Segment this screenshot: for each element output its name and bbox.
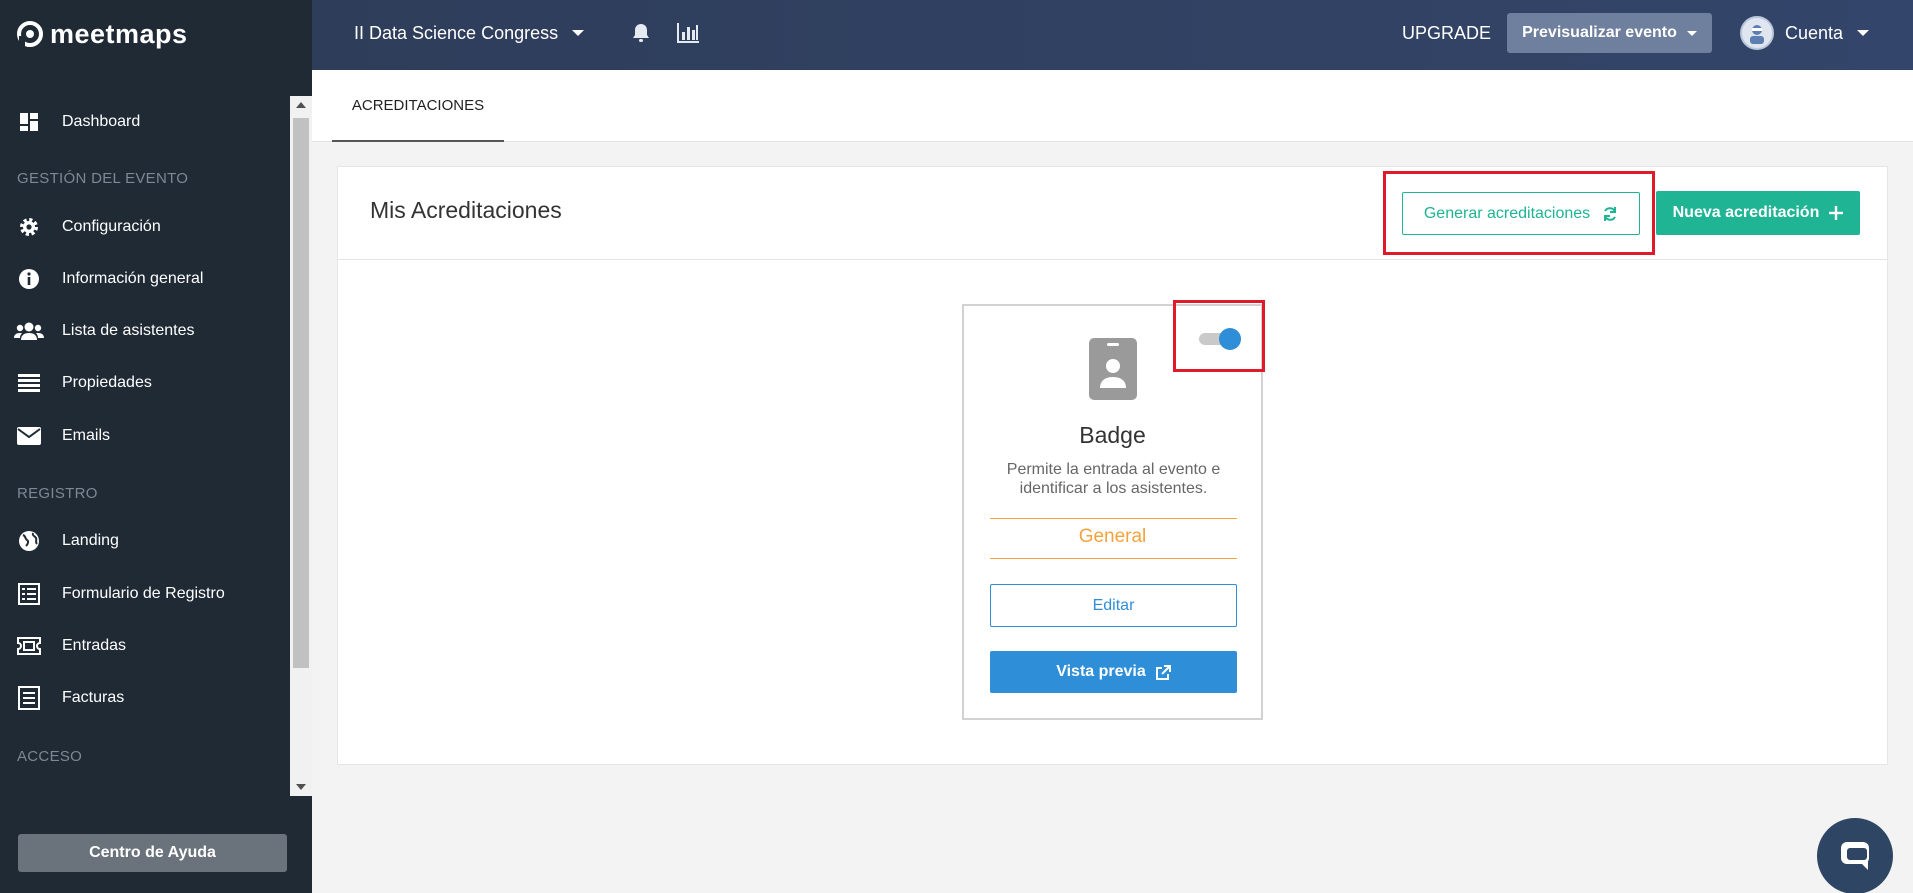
- edit-button[interactable]: Editar: [990, 584, 1237, 627]
- section-gestion: GESTIÓN DEL EVENTO: [17, 170, 189, 187]
- sidebar-item-dashboard[interactable]: Dashboard: [0, 102, 290, 142]
- info-icon: [14, 267, 44, 291]
- new-accreditation-button[interactable]: Nueva acreditación: [1656, 191, 1860, 235]
- sidebar-item-label: Landing: [62, 532, 119, 549]
- event-name: II Data Science Congress: [354, 22, 559, 43]
- tab-bar: ACREDITACIONES: [312, 70, 1913, 142]
- chevron-down-icon: [572, 30, 585, 36]
- sidebar-item-label: Facturas: [62, 689, 125, 706]
- envelope-icon: [14, 424, 44, 448]
- chat-icon: [1841, 842, 1869, 870]
- event-selector[interactable]: II Data Science Congress: [354, 0, 585, 66]
- sidebar-item-informacion[interactable]: Información general: [0, 259, 290, 299]
- list-icon: [14, 371, 44, 395]
- ticket-icon: [14, 634, 44, 658]
- globe-icon: [14, 529, 44, 553]
- form-icon: [14, 582, 44, 606]
- sidebar-item-label: Formulario de Registro: [62, 585, 225, 602]
- id-badge-icon: [1089, 338, 1137, 400]
- sidebar-item-emails[interactable]: Emails: [0, 416, 290, 456]
- preview-label: Vista previa: [1056, 663, 1146, 680]
- scroll-down-icon[interactable]: [296, 784, 306, 790]
- preview-event-label: Previsualizar evento: [1522, 24, 1677, 41]
- chevron-down-icon: [1686, 30, 1697, 36]
- badge-description: Permite la entrada al evento e identific…: [1006, 461, 1221, 497]
- highlight-box-generate: [1383, 171, 1655, 255]
- external-link-icon: [1155, 664, 1171, 680]
- sidebar-item-label: Propiedades: [62, 374, 152, 391]
- sidebar-item-landing[interactable]: Landing: [0, 521, 290, 561]
- scroll-up-icon[interactable]: [296, 102, 306, 108]
- sidebar-item-label: Configuración: [62, 218, 161, 235]
- badge-title: Badge: [1079, 422, 1146, 448]
- sidebar-menu: Dashboard GESTIÓN DEL EVENTO Configuraci…: [0, 96, 312, 796]
- section-acceso: ACCESO: [17, 748, 83, 765]
- sidebar-item-label: Emails: [62, 427, 111, 444]
- chevron-down-icon: [1857, 30, 1870, 36]
- preview-button[interactable]: Vista previa: [990, 651, 1237, 693]
- invoice-icon: [14, 686, 44, 710]
- sidebar-item-entradas[interactable]: Entradas: [0, 626, 290, 666]
- sidebar-item-label: Información general: [62, 270, 204, 287]
- sidebar-item-asistentes[interactable]: Lista de asistentes: [0, 311, 290, 351]
- sidebar-scrollbar[interactable]: [290, 96, 312, 796]
- stats-icon[interactable]: [677, 22, 699, 44]
- avatar[interactable]: [1740, 16, 1774, 50]
- sidebar-item-label: Dashboard: [62, 113, 141, 130]
- highlight-box-toggle: [1173, 300, 1265, 372]
- category-divider-top: [990, 518, 1237, 519]
- brand-logo[interactable]: meetmaps: [16, 16, 188, 52]
- plus-icon: [1829, 206, 1844, 220]
- top-bar: II Data Science Congress UPGRADE Previsu…: [312, 0, 1913, 70]
- section-registro: REGISTRO: [17, 485, 98, 502]
- panel-divider: [338, 259, 1887, 260]
- chat-widget-button[interactable]: [1817, 818, 1893, 893]
- scrollbar-thumb[interactable]: [293, 118, 309, 668]
- upgrade-link[interactable]: UPGRADE: [1402, 0, 1491, 66]
- account-menu[interactable]: Cuenta: [1785, 0, 1870, 66]
- preview-event-button[interactable]: Previsualizar evento: [1507, 13, 1712, 53]
- page-title: Mis Acreditaciones: [370, 197, 562, 223]
- gear-icon: [14, 215, 44, 239]
- new-accreditation-label: Nueva acreditación: [1672, 204, 1820, 221]
- sidebar-item-configuracion[interactable]: Configuración: [0, 207, 290, 247]
- bell-icon[interactable]: [630, 22, 652, 44]
- tab-acreditaciones[interactable]: ACREDITACIONES: [332, 70, 504, 142]
- dashboard-icon: [14, 110, 44, 134]
- logo-mark-icon: [17, 21, 43, 48]
- sidebar-item-label: Lista de asistentes: [62, 322, 195, 339]
- badge-category: General: [1078, 526, 1147, 547]
- category-divider-bottom: [990, 558, 1237, 559]
- users-icon: [14, 319, 44, 343]
- sidebar: meetmaps Dashboard GESTIÓN DEL EVENTO Co…: [0, 0, 312, 893]
- sidebar-item-label: Entradas: [62, 637, 127, 654]
- account-label: Cuenta: [1785, 22, 1844, 43]
- sidebar-item-facturas[interactable]: Facturas: [0, 678, 290, 718]
- sidebar-item-propiedades[interactable]: Propiedades: [0, 363, 290, 403]
- help-center-button[interactable]: Centro de Ayuda: [18, 834, 287, 872]
- brand-name: meetmaps: [50, 18, 188, 49]
- sidebar-item-formulario[interactable]: Formulario de Registro: [0, 574, 290, 614]
